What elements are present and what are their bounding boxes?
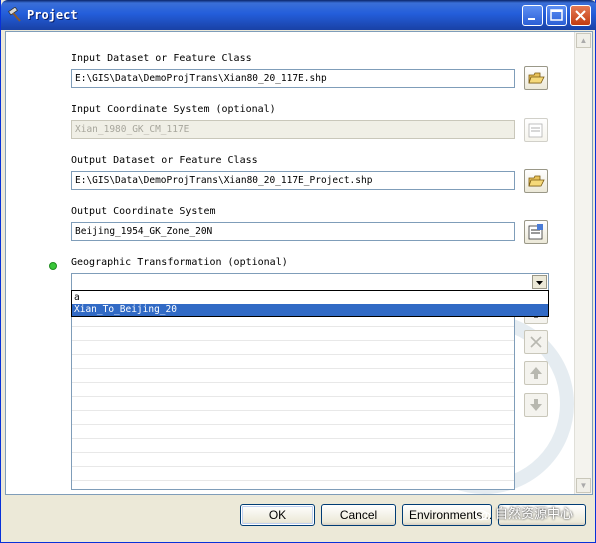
- open-folder-icon: [528, 72, 545, 84]
- list-row: [72, 355, 514, 369]
- title-bar[interactable]: Project: [1, 0, 596, 30]
- list-row: [72, 439, 514, 453]
- list-row: [72, 341, 514, 355]
- project-dialog: Project Input Dataset or Feature Class E…: [0, 0, 596, 543]
- list-row: [72, 327, 514, 341]
- transformation-list[interactable]: [71, 312, 515, 490]
- window-title: Project: [27, 8, 78, 22]
- close-icon: [575, 10, 586, 21]
- watermark-label: 自然资源中心: [494, 507, 573, 522]
- required-indicator-icon: [49, 262, 57, 270]
- output-coord-properties-button[interactable]: [524, 220, 548, 244]
- dropdown-item[interactable]: a: [72, 292, 548, 304]
- ok-button[interactable]: OK: [240, 504, 315, 526]
- list-row: [72, 425, 514, 439]
- combo-dropdown-button[interactable]: [532, 275, 547, 289]
- list-row: [72, 411, 514, 425]
- list-row: [72, 397, 514, 411]
- wechat-icon: [474, 509, 491, 520]
- chevron-down-icon: [536, 281, 543, 285]
- maximize-button[interactable]: [546, 5, 567, 26]
- scroll-down-icon[interactable]: ▼: [576, 478, 591, 493]
- delete-icon: [530, 336, 542, 348]
- browse-output-button[interactable]: [524, 169, 548, 193]
- input-coord-label: Input Coordinate System (optional): [71, 104, 276, 115]
- list-row: [72, 383, 514, 397]
- list-row: [72, 467, 514, 481]
- browse-input-button[interactable]: [524, 66, 548, 90]
- input-coord-properties-button: [524, 118, 548, 142]
- scroll-up-icon[interactable]: ▲: [576, 33, 591, 48]
- watermark-text: 自然资源中心: [474, 503, 573, 522]
- geo-transform-label: Geographic Transformation (optional): [71, 257, 288, 268]
- maximize-icon: [550, 9, 563, 21]
- cancel-button[interactable]: Cancel: [321, 504, 396, 526]
- input-coord-field: Xian_1980_GK_CM_117E: [71, 120, 515, 139]
- minimize-icon: [528, 18, 535, 20]
- geo-transform-dropdown-list: a Xian_To_Beijing_20: [71, 290, 549, 317]
- remove-transformation-button: [524, 330, 548, 354]
- minimize-button[interactable]: [522, 5, 543, 26]
- arrow-up-icon: [530, 367, 542, 379]
- input-dataset-field[interactable]: E:\GIS\Data\DemoProjTrans\Xian80_20_117E…: [71, 69, 515, 88]
- parameters-panel: Input Dataset or Feature Class E:\GIS\Da…: [5, 31, 593, 495]
- output-dataset-label: Output Dataset or Feature Class: [71, 155, 258, 166]
- vertical-scrollbar[interactable]: ▲ ▼: [574, 32, 592, 494]
- output-coord-label: Output Coordinate System: [71, 206, 216, 217]
- move-up-button: [524, 361, 548, 385]
- output-coord-field[interactable]: Beijing_1954_GK_Zone_20N: [71, 222, 515, 241]
- list-row: [72, 453, 514, 467]
- open-folder-icon: [528, 175, 545, 187]
- close-button[interactable]: [570, 5, 591, 26]
- hammer-icon: [8, 7, 21, 22]
- dropdown-item-selected[interactable]: Xian_To_Beijing_20: [72, 304, 548, 316]
- move-down-button: [524, 393, 548, 417]
- properties-icon: [528, 123, 543, 138]
- properties-icon: [528, 224, 543, 240]
- input-dataset-label: Input Dataset or Feature Class: [71, 53, 252, 64]
- list-row: [72, 369, 514, 383]
- output-dataset-field[interactable]: E:\GIS\Data\DemoProjTrans\Xian80_20_117E…: [71, 171, 515, 190]
- arrow-down-icon: [530, 399, 542, 411]
- geo-transform-combo[interactable]: [71, 273, 549, 291]
